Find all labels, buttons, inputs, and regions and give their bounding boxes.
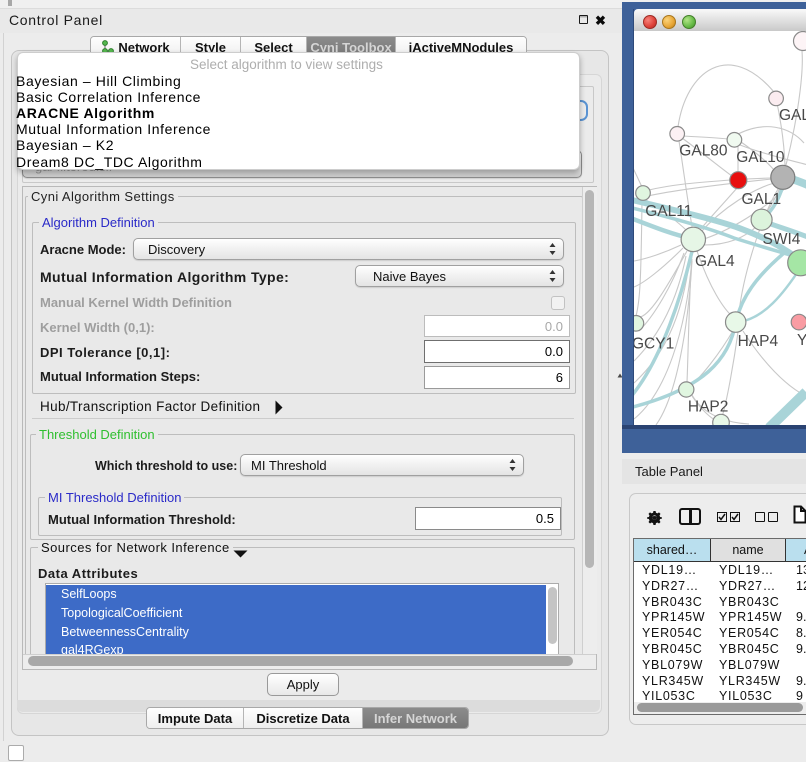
svg-text:GAL1: GAL1 [742,191,782,208]
svg-text:GAL11: GAL11 [645,203,692,220]
svg-text:YD: YD [797,332,806,349]
svg-text:GAL10: GAL10 [736,149,785,166]
svg-text:HAP2: HAP2 [688,398,729,415]
svg-text:GAL4: GAL4 [695,253,735,270]
svg-text:GAL: GAL [779,107,806,124]
svg-text:HAP4: HAP4 [738,333,779,350]
svg-text:GAL80: GAL80 [679,142,728,159]
svg-text:GCY1: GCY1 [634,335,674,352]
svg-text:SWI4: SWI4 [763,231,801,248]
